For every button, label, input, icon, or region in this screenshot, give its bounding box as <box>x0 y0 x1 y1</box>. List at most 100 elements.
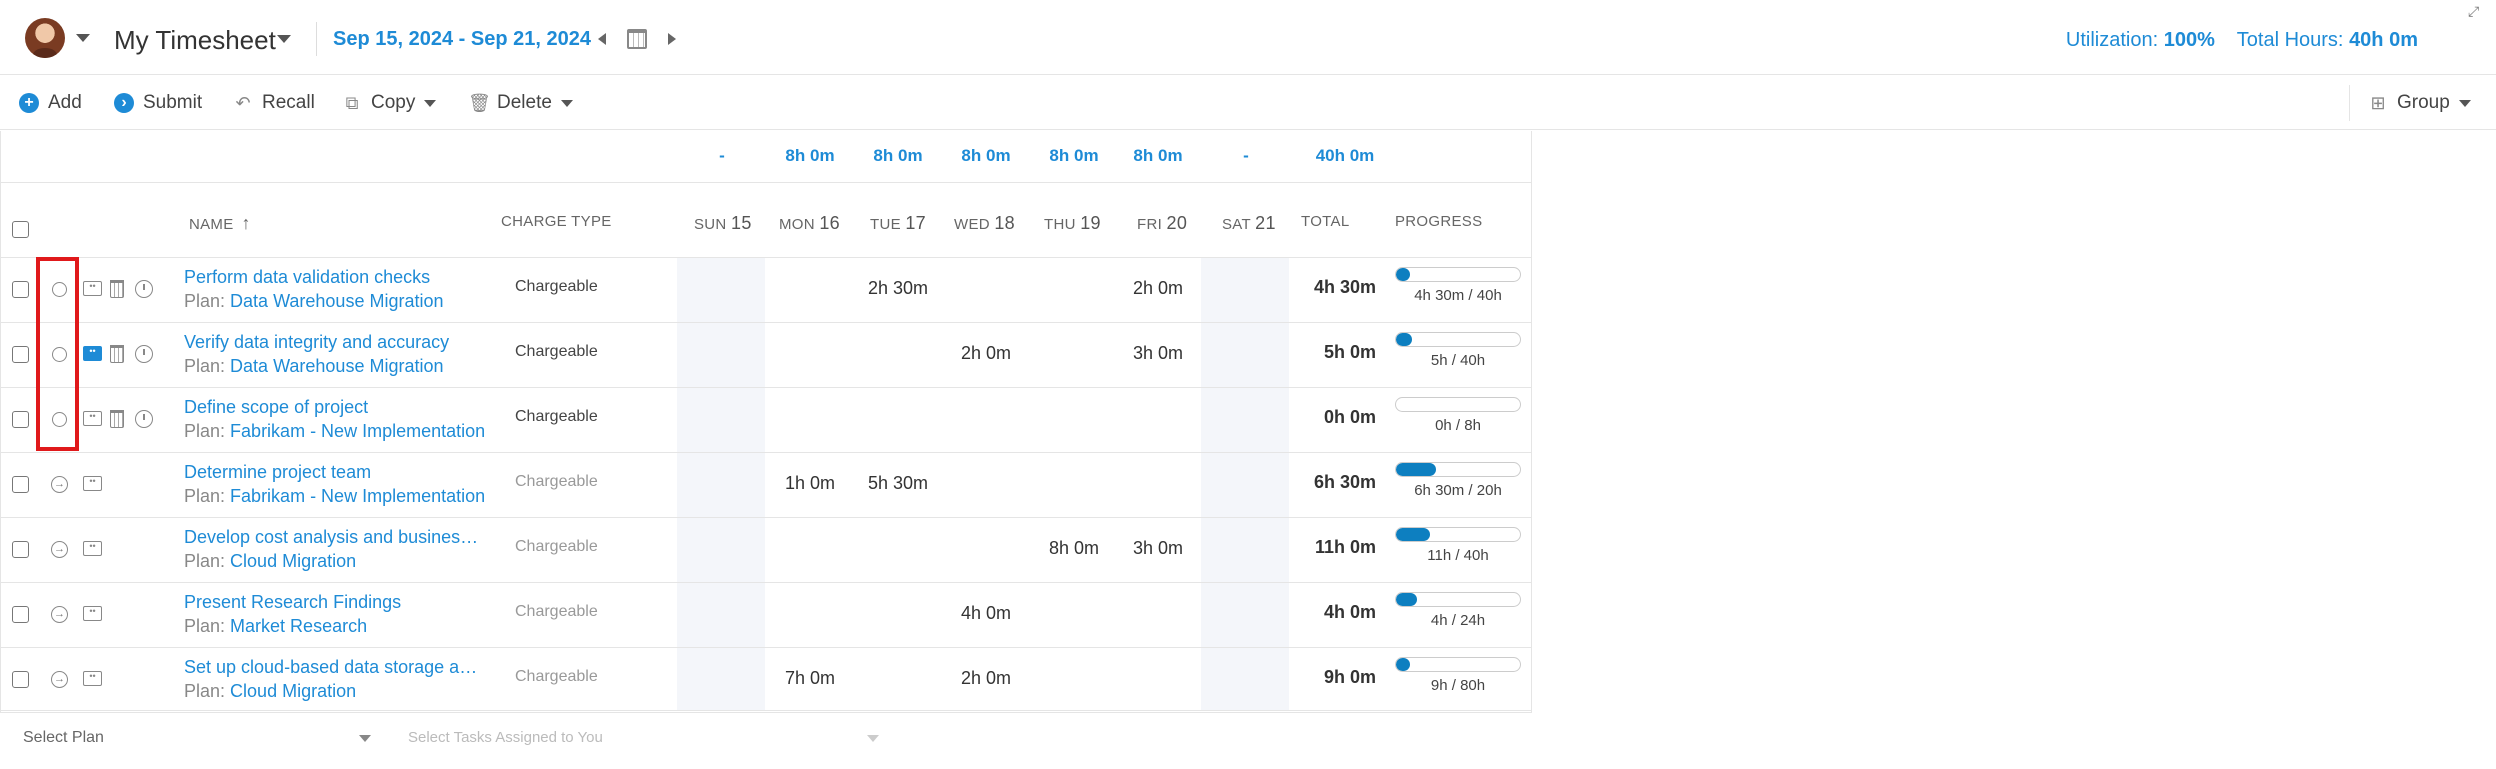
task-name-link[interactable]: Verify data integrity and accuracy <box>184 332 449 353</box>
status-circle-icon[interactable] <box>52 282 67 297</box>
plan-link[interactable]: Data Warehouse Migration <box>230 356 443 376</box>
plan-link[interactable]: Data Warehouse Migration <box>230 291 443 311</box>
table-row[interactable]: •• Define scope of project Plan: Fabrikam … <box>0 388 1532 453</box>
day-cell: 8h 0m <box>1048 538 1100 558</box>
task-name-link[interactable]: Develop cost analysis and business ... <box>184 527 484 548</box>
submitted-arrow-icon[interactable]: → <box>51 606 68 623</box>
row-total: 5h 0m <box>1323 342 1376 362</box>
plan-link[interactable]: Cloud Migration <box>230 551 356 571</box>
progress-text: 9h / 80h <box>1430 677 1486 694</box>
group-button[interactable]: ⊞ Group <box>2368 91 2471 115</box>
table-row[interactable]: •• Perform data validation checks Plan: Da… <box>0 258 1532 323</box>
plan-label: Plan: <box>184 681 226 701</box>
add-button[interactable]: + Add <box>19 91 82 115</box>
name-header-label: NAME <box>189 216 234 233</box>
expand-icon[interactable]: ⤢ <box>2468 4 2482 18</box>
table-row[interactable]: •• Verify data integrity and accuracy Plan… <box>0 323 1532 388</box>
timer-icon[interactable] <box>135 345 153 363</box>
copy-button[interactable]: ⧉ Copy <box>342 91 437 115</box>
task-name-link[interactable]: Determine project team <box>184 462 371 483</box>
trash-icon[interactable] <box>110 280 124 298</box>
day-name: WED <box>954 216 990 233</box>
sort-ascending-icon[interactable]: ↑ <box>242 213 251 234</box>
comment-icon[interactable]: •• <box>83 411 102 426</box>
select-tasks-chevron-down-icon[interactable] <box>867 735 879 742</box>
submitted-arrow-icon[interactable]: → <box>51 671 68 688</box>
comment-icon[interactable]: •• <box>83 281 102 296</box>
page-title[interactable]: My Timesheet <box>114 25 276 56</box>
row-checkbox[interactable] <box>12 281 29 298</box>
submitted-arrow-icon[interactable]: → <box>51 476 68 493</box>
task-plan: Plan: Cloud Migration <box>184 681 356 702</box>
select-tasks-dropdown[interactable]: Select Tasks Assigned to You <box>408 729 603 746</box>
plan-link[interactable]: Fabrikam - New Implementation <box>230 421 485 441</box>
row-checkbox[interactable] <box>12 671 29 688</box>
progress-fill <box>1396 528 1431 541</box>
row-total: 4h 0m <box>1323 602 1376 622</box>
plan-link[interactable]: Fabrikam - New Implementation <box>230 486 485 506</box>
row-checkbox[interactable] <box>12 411 29 428</box>
table-row[interactable]: → •• Present Research Findings Plan: Market… <box>0 583 1532 648</box>
day-cell[interactable]: 2h 0m <box>1114 278 1202 299</box>
trash-icon[interactable] <box>110 345 124 363</box>
comment-icon[interactable]: •• <box>83 671 102 686</box>
day-cell: 7h 0m <box>784 668 836 688</box>
table-row[interactable]: → •• Set up cloud-based data storage an...… <box>0 648 1532 713</box>
submit-button[interactable]: › Submit <box>114 91 202 115</box>
comment-icon[interactable]: •• <box>83 541 102 556</box>
day-cell[interactable]: 2h 30m <box>854 278 942 299</box>
row-checkbox[interactable] <box>12 606 29 623</box>
next-week-icon[interactable] <box>668 33 676 45</box>
group-label: Group <box>2397 92 2450 113</box>
task-name-link[interactable]: Set up cloud-based data storage an... <box>184 657 484 678</box>
status-circle-icon[interactable] <box>52 412 67 427</box>
comment-icon[interactable]: •• <box>83 606 102 621</box>
plan-link[interactable]: Market Research <box>230 616 367 636</box>
table-row[interactable]: → •• Develop cost analysis and business ..… <box>0 518 1532 583</box>
row-total: 6h 30m <box>1313 472 1376 492</box>
column-header-row: NAME ↑ CHARGE TYPE SUN 15 MON 16 TUE 17 W… <box>0 183 1532 258</box>
comment-icon[interactable]: •• <box>83 476 102 491</box>
row-checkbox[interactable] <box>12 541 29 558</box>
day-header-thu: THU 19 <box>1044 213 1101 234</box>
day-cell[interactable]: 3h 0m <box>1114 343 1202 364</box>
progress-fill <box>1396 463 1437 476</box>
charge-type[interactable]: Chargeable <box>515 408 598 426</box>
timer-icon[interactable] <box>135 410 153 428</box>
submitted-arrow-icon[interactable]: → <box>51 541 68 558</box>
trash-icon[interactable] <box>110 410 124 428</box>
select-plan-dropdown[interactable]: Select Plan <box>23 729 104 747</box>
recall-button[interactable]: ↶ Recall <box>233 91 314 115</box>
name-column-header[interactable]: NAME ↑ <box>189 213 251 234</box>
day-cell[interactable]: 2h 0m <box>942 343 1030 364</box>
previous-week-icon[interactable] <box>598 33 606 45</box>
table-row[interactable]: → •• Determine project team Plan: Fabrikam … <box>0 453 1532 518</box>
avatar[interactable] <box>25 18 65 58</box>
total-column-header: TOTAL <box>1301 213 1350 230</box>
title-chevron-down-icon[interactable] <box>277 35 291 43</box>
progress-bar <box>1395 657 1521 672</box>
select-all-checkbox[interactable] <box>12 221 29 238</box>
row-checkbox[interactable] <box>12 346 29 363</box>
divider <box>2349 85 2350 121</box>
charge-type[interactable]: Chargeable <box>515 278 598 296</box>
select-plan-chevron-down-icon[interactable] <box>359 735 371 742</box>
delete-button[interactable]: 🗑 Delete <box>468 91 573 115</box>
status-circle-icon[interactable] <box>52 347 67 362</box>
charge-type: Chargeable <box>515 668 598 685</box>
day-number: 15 <box>731 213 752 233</box>
row-checkbox[interactable] <box>12 476 29 493</box>
plan-link[interactable]: Cloud Migration <box>230 681 356 701</box>
day-number: 21 <box>1255 213 1276 233</box>
comment-icon[interactable]: •• <box>83 346 102 361</box>
task-name-link[interactable]: Perform data validation checks <box>184 267 430 288</box>
avatar-chevron-down-icon[interactable] <box>76 34 90 42</box>
progress-text: 5h / 40h <box>1430 352 1486 369</box>
progress-text: 4h / 24h <box>1430 612 1486 629</box>
task-name-link[interactable]: Present Research Findings <box>184 592 401 613</box>
timer-icon[interactable] <box>135 280 153 298</box>
charge-type[interactable]: Chargeable <box>515 343 598 361</box>
calendar-icon[interactable] <box>627 29 647 49</box>
task-name-link[interactable]: Define scope of project <box>184 397 368 418</box>
trash-icon: 🗑 <box>468 93 491 113</box>
